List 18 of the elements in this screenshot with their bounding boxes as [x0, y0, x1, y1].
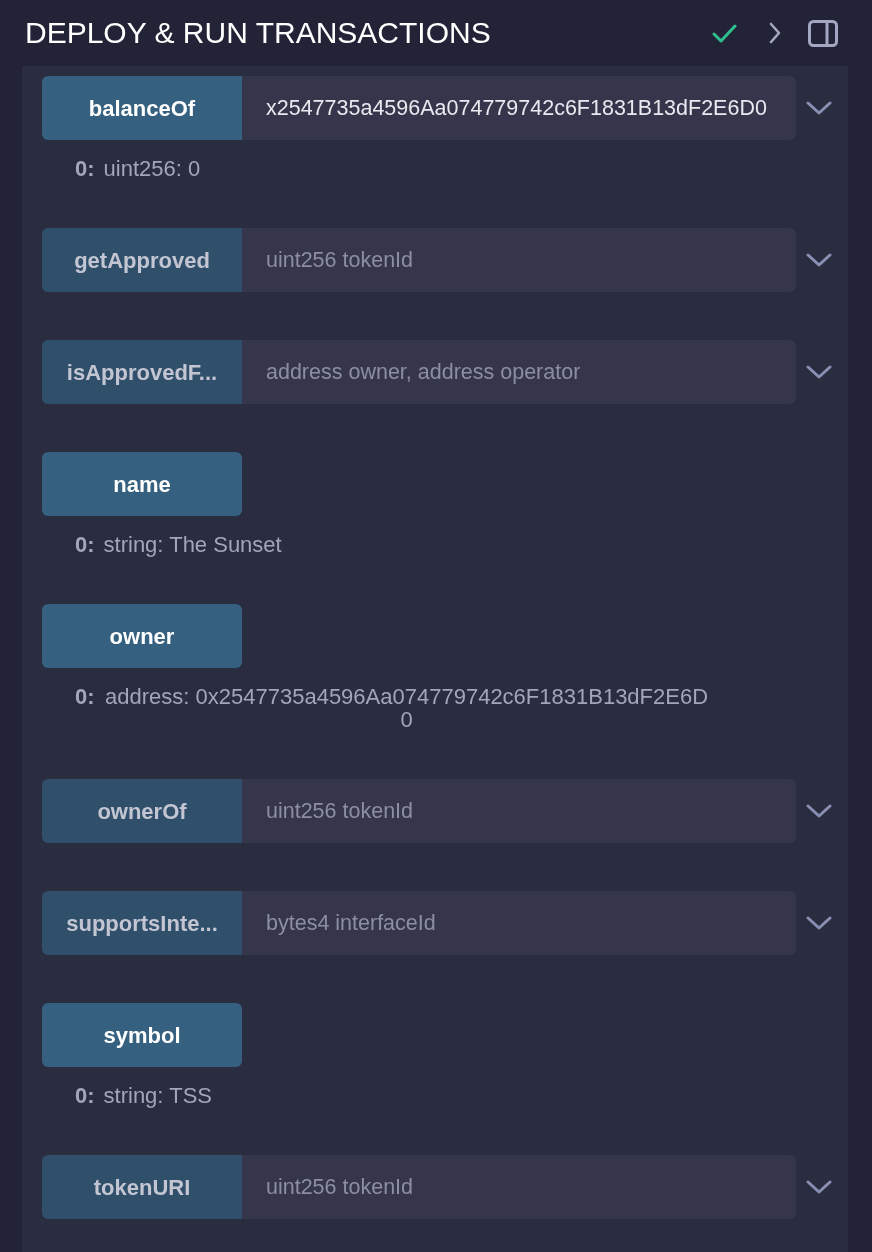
- output-index: 0:: [75, 1084, 95, 1107]
- output-index: 0:: [75, 533, 95, 556]
- output-value: address: 0x2547735a4596Aa074779742c6F1831B13dF2E6D0: [104, 685, 710, 731]
- check-icon: [712, 23, 737, 43]
- function-button[interactable]: symbol: [42, 1003, 242, 1067]
- function-button[interactable]: owner: [42, 604, 242, 668]
- argument-input-field[interactable]: x2547735a4596Aa074779742c6F1831B13dF2E6D0: [242, 76, 796, 140]
- output-index: 0:: [75, 157, 95, 180]
- function-button[interactable]: balanceOf: [42, 76, 242, 140]
- chevron-right-icon[interactable]: [769, 22, 781, 44]
- panel-title: DEPLOY & RUN TRANSACTIONS: [25, 18, 492, 48]
- function-button[interactable]: name: [42, 452, 242, 516]
- output-value: uint256: 0: [103, 157, 201, 180]
- output-index: 0:: [75, 685, 95, 711]
- output-value: string: TSS: [103, 1084, 212, 1107]
- chevron-down-icon[interactable]: [806, 101, 832, 115]
- output-value: string: The Sunset: [103, 533, 282, 556]
- sidebar-toggle-icon[interactable]: [808, 19, 838, 47]
